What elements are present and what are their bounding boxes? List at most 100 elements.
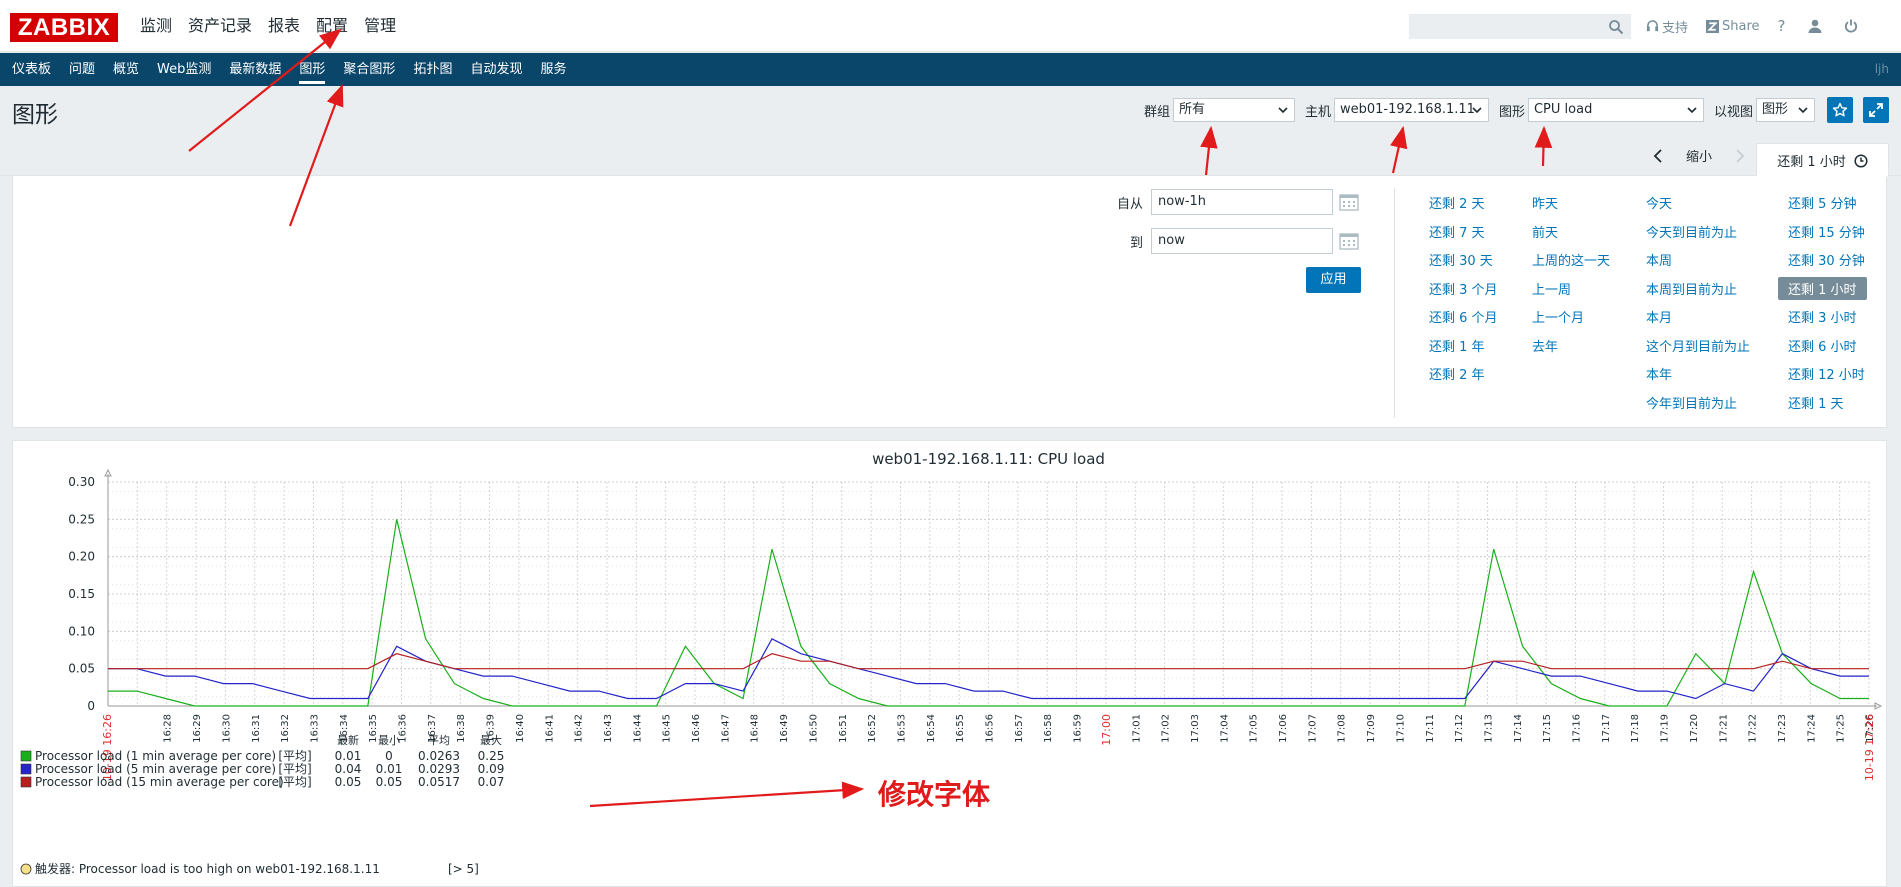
time-tab-bar: 缩小 还剩 1 小时 [0,131,1901,177]
legend-value: 0 [385,749,393,763]
x-tick-label: 17:09 [1366,714,1377,743]
chevron-down-icon [1687,107,1697,114]
top-header: ZABBIX 监测 资产记录 报表 配置 管理 支持 Share ? [0,0,1901,52]
sub-menu-dashboard[interactable]: 仪表板 [3,53,60,86]
from-calendar-button[interactable] [1339,193,1359,211]
help-button[interactable]: ? [1778,17,1786,35]
host-select[interactable]: web01-192.168.1.11 [1333,98,1489,122]
user-profile-button[interactable] [1808,19,1822,33]
calendar-icon [1339,233,1359,250]
main-menu-monitoring[interactable]: 监测 [132,0,180,52]
quick-range[interactable]: 还剩 3 个月 [1429,279,1498,298]
quick-range[interactable]: 本月 [1646,307,1672,326]
time-filter-panel: 自从 now-1h 到 now 应用 还剩 2 天 还剩 7 天 还剩 30 天… [12,176,1887,428]
apply-button[interactable]: 应用 [1306,267,1361,293]
from-input[interactable]: now-1h [1151,189,1333,215]
add-favourite-button[interactable] [1827,97,1853,123]
graph-panel: web01-192.168.1.11: CPU load 0.30 0.25 0.20… [12,440,1887,887]
support-link[interactable]: 支持 [1646,17,1688,36]
quick-range[interactable]: 还剩 30 分钟 [1788,250,1865,269]
cpu-load-graph[interactable]: web01-192.168.1.11: CPU load 0.30 0.25 0.20… [13,441,1888,887]
zoom-out-button[interactable]: 缩小 [1686,146,1712,165]
quick-range[interactable]: 还剩 2 天 [1429,193,1485,212]
quick-range[interactable]: 今天 [1646,193,1672,212]
x-tick-label: 17:15 [1542,714,1553,743]
share-link[interactable]: Share [1706,19,1760,34]
x-tick-label: 17:17 [1601,714,1612,743]
zabbix-logo[interactable]: ZABBIX [10,13,118,42]
tab-time-filter[interactable]: 还剩 1 小时 [1756,143,1889,177]
legend-header: 平均 [428,734,450,747]
x-tick-label: 17:03 [1190,714,1201,743]
search-input[interactable] [1409,14,1631,39]
time-back-button[interactable] [1652,148,1664,164]
sub-menu-problems[interactable]: 问题 [60,53,104,86]
quick-range[interactable]: 还剩 12 小时 [1788,364,1865,383]
legend-value: 0.05 [335,775,362,789]
group-select[interactable]: 所有 [1172,98,1295,122]
legend-func: [平均] [278,775,311,789]
fullscreen-button[interactable] [1863,97,1889,123]
main-menu-reports[interactable]: 报表 [260,0,308,52]
trigger-threshold: [> 5] [448,862,479,876]
legend-header: 最大 [480,733,502,747]
quick-range[interactable]: 本周到目前为止 [1646,279,1737,298]
main-menu-administration[interactable]: 管理 [356,0,404,52]
quick-range[interactable]: 上一个月 [1532,307,1584,326]
main-menu-configuration[interactable]: 配置 [308,0,356,52]
quick-range[interactable]: 还剩 2 年 [1429,364,1485,383]
sub-menu-screens[interactable]: 聚合图形 [334,53,404,86]
quick-range[interactable]: 上周的这一天 [1532,250,1610,269]
quick-range[interactable]: 上一周 [1532,279,1571,298]
share-z-icon [1706,19,1720,33]
quick-range[interactable]: 今年到目前为止 [1646,393,1737,412]
legend-header: 最小 [378,734,400,747]
legend-value: 0.04 [335,762,362,776]
quick-range[interactable]: 还剩 15 分钟 [1788,222,1865,241]
to-calendar-button[interactable] [1339,232,1359,250]
sub-menu-maps[interactable]: 拓扑图 [404,53,461,86]
quick-range[interactable]: 本周 [1646,250,1672,269]
logout-button[interactable] [1844,19,1858,33]
group-select-value: 所有 [1178,102,1205,117]
chevron-left-icon [1653,148,1662,163]
quick-range[interactable]: 前天 [1532,222,1558,241]
view-select[interactable]: 图形 [1756,98,1815,122]
headset-icon [1646,19,1659,31]
to-input[interactable]: now [1151,228,1333,254]
quick-range[interactable]: 还剩 6 小时 [1788,336,1857,355]
quick-range[interactable]: 这个月到目前为止 [1646,336,1750,355]
x-tick-label: 16:29 [192,714,203,743]
quick-range[interactable]: 还剩 30 天 [1429,250,1493,269]
time-forward-button[interactable] [1734,148,1746,164]
quick-range[interactable]: 还剩 6 个月 [1429,307,1498,326]
quick-range[interactable]: 去年 [1532,336,1558,355]
sub-menu-graphs[interactable]: 图形 [290,53,334,86]
support-label: 支持 [1662,20,1689,36]
x-tick-label: 17:02 [1161,714,1172,743]
legend-value: 0.01 [376,762,403,776]
quick-range[interactable]: 本年 [1646,364,1672,383]
sub-menu-latest-data[interactable]: 最新数据 [220,53,290,86]
legend-value: 0.0517 [418,775,460,789]
quick-range[interactable]: 还剩 7 天 [1429,222,1485,241]
quick-range[interactable]: 昨天 [1532,193,1558,212]
x-tick-label: 16:44 [632,714,643,743]
sub-menu-web[interactable]: Web监测 [148,53,220,86]
quick-range[interactable]: 还剩 1 天 [1788,393,1844,412]
sub-menu-discovery[interactable]: 自动发现 [461,53,531,86]
graph-select[interactable]: CPU load [1527,98,1704,122]
sub-menu-overview[interactable]: 概览 [104,53,148,86]
view-select-value: 图形 [1762,102,1789,117]
search-icon[interactable] [1608,19,1624,35]
quick-range[interactable]: 还剩 1 年 [1429,336,1485,355]
x-tick-label: 16:43 [603,714,614,743]
sub-menu-services[interactable]: 服务 [531,53,575,86]
main-menu-inventory[interactable]: 资产记录 [180,0,260,52]
quick-range[interactable]: 还剩 3 小时 [1788,307,1857,326]
quick-range[interactable]: 还剩 5 分钟 [1788,193,1857,212]
legend-swatch [20,776,32,788]
quick-range[interactable]: 今天到目前为止 [1646,222,1737,241]
quick-range-selected[interactable]: 还剩 1 小时 [1778,277,1867,300]
trigger-label: 触发器: Processor load is too high on web01… [35,861,380,876]
